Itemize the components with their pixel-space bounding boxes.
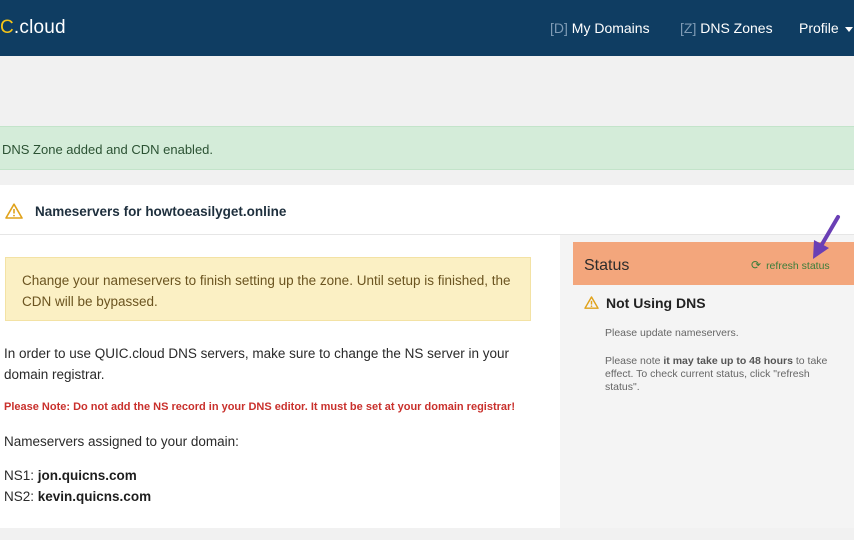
registrar-warning: Please Note: Do not add the NS record in… bbox=[4, 401, 515, 413]
nav-profile-dropdown[interactable]: Profile bbox=[799, 20, 853, 36]
nav-dns-zones[interactable]: [Z] DNS Zones bbox=[680, 20, 773, 36]
refresh-status-label: refresh status bbox=[766, 260, 830, 272]
nameserver-label: NS2: bbox=[4, 489, 35, 504]
top-navbar: C.cloud [D] My Domains [Z] DNS Zones Pro… bbox=[0, 0, 854, 56]
dns-status-state: Not Using DNS bbox=[606, 295, 706, 311]
nameserver-label: NS1: bbox=[4, 468, 35, 483]
status-propagation-note: Please note it may take up to 48 hours t… bbox=[605, 355, 840, 394]
setup-notice: Change your nameservers to finish settin… bbox=[5, 257, 531, 321]
refresh-icon: ⟳ bbox=[751, 258, 762, 272]
instructions-text: In order to use QUIC.cloud DNS servers, … bbox=[4, 346, 509, 382]
brand-suffix: .cloud bbox=[13, 17, 66, 38]
assigned-label: Nameservers assigned to your domain: bbox=[4, 434, 239, 449]
success-alert-message: DNS Zone added and CDN enabled. bbox=[2, 142, 214, 157]
setup-notice-text: Change your nameservers to finish settin… bbox=[22, 273, 511, 309]
annotation-arrow bbox=[813, 215, 840, 259]
nameserver-row: NS1: jon.quicns.com bbox=[4, 465, 137, 486]
brand-prefix: C bbox=[0, 17, 14, 38]
nav-dns-zones-shortcut: [Z] bbox=[680, 20, 697, 36]
status-note-bold: it may take up to 48 hours bbox=[663, 355, 793, 367]
warning-icon bbox=[584, 296, 599, 309]
nav-dns-zones-label: DNS Zones bbox=[700, 20, 773, 36]
status-message: Please update nameservers. bbox=[605, 327, 739, 339]
nameserver-row: NS2: kevin.quicns.com bbox=[4, 486, 151, 507]
status-title: Status bbox=[584, 257, 630, 274]
nav-my-domains-label: My Domains bbox=[571, 20, 650, 36]
nav-profile-label: Profile bbox=[799, 20, 839, 36]
card-title: Nameservers for howtoeasilyget.online bbox=[35, 204, 287, 219]
nameserver-value: jon.quicns.com bbox=[37, 468, 137, 483]
nameserver-value: kevin.quicns.com bbox=[37, 489, 152, 504]
brand-logo[interactable]: C.cloud bbox=[0, 17, 66, 39]
warning-icon bbox=[5, 203, 23, 219]
chevron-down-icon bbox=[844, 26, 853, 32]
refresh-status-link[interactable]: ⟳ refresh status bbox=[751, 258, 830, 272]
nav-my-domains[interactable]: [D] My Domains bbox=[550, 20, 650, 36]
success-alert: DNS Zone added and CDN enabled. bbox=[0, 126, 854, 170]
nav-my-domains-shortcut: [D] bbox=[550, 20, 568, 36]
card-header: Nameservers for howtoeasilyget.online bbox=[0, 185, 854, 235]
status-note-pre: Please note bbox=[605, 355, 664, 367]
